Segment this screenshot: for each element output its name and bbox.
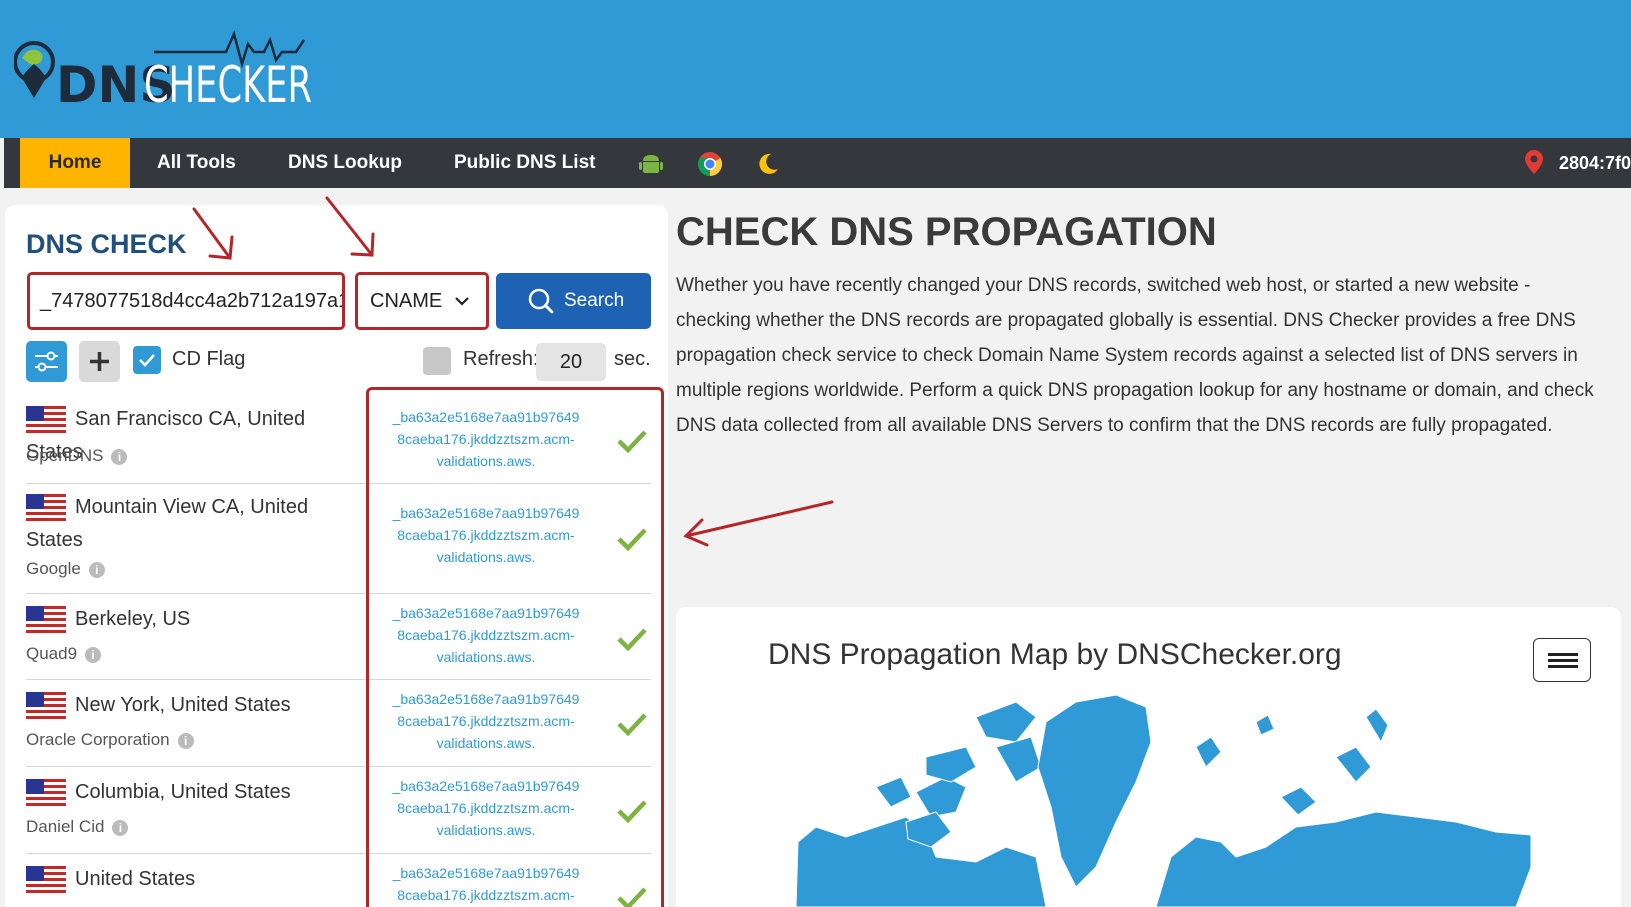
settings-button[interactable] [26, 341, 67, 382]
refresh-unit: sec. [614, 348, 651, 370]
result-provider: Oracle Corporation i [26, 730, 194, 750]
result-provider: Daniel Cid i [26, 817, 129, 837]
sliders-icon [35, 351, 58, 372]
nav-dns-lookup[interactable]: DNS Lookup [288, 138, 402, 188]
result-location: New York, United States [75, 694, 291, 716]
record-type-select[interactable]: CNAME [355, 272, 489, 330]
panel-title: DNS CHECK [26, 229, 187, 259]
chrome-icon[interactable] [697, 151, 723, 177]
moon-icon[interactable] [755, 151, 781, 177]
result-provider: Quad9 i [26, 644, 102, 664]
search-icon [528, 288, 554, 314]
add-button[interactable] [79, 341, 120, 382]
refresh-interval-input[interactable]: 20 [536, 343, 606, 381]
info-icon[interactable]: i [85, 646, 102, 663]
user-ip: 2804:7f0 [1524, 138, 1631, 188]
nav-public-dns-list[interactable]: Public DNS List [454, 138, 595, 188]
cd-flag-checkbox[interactable] [133, 346, 161, 374]
provider-name: Quad9 [26, 644, 78, 663]
record-type-value: CNAME [370, 290, 443, 312]
logo-secondary-text: CHECKER [144, 56, 312, 110]
main-nav: Home All Tools DNS Lookup Public DNS Lis… [4, 138, 1631, 188]
check-icon [139, 354, 155, 367]
info-icon[interactable]: i [111, 448, 128, 465]
result-location: Mountain View CA, United States [26, 496, 309, 551]
provider-name: OpenDNS [26, 446, 104, 465]
info-icon[interactable]: i [112, 819, 129, 836]
android-icon[interactable] [638, 151, 664, 177]
world-map[interactable] [676, 607, 1621, 907]
nav-home[interactable]: Home [20, 138, 130, 188]
location-pin-icon [1524, 150, 1543, 174]
provider-name: Daniel Cid [26, 817, 105, 836]
result-location: United States [75, 868, 196, 890]
refresh-checkbox[interactable] [423, 347, 451, 375]
provider-name: Oracle Corporation [26, 730, 170, 749]
cd-flag-label: CD Flag [172, 348, 246, 370]
page-title: CHECK DNS PROPAGATION [676, 210, 1217, 254]
user-ip-value: 2804:7f0 [1558, 153, 1631, 173]
hostname-input[interactable]: _7478077518d4cc4a2b712a197a1 [27, 272, 345, 330]
arrow-to-results [684, 500, 834, 538]
site-header: DNS CHECKER [0, 0, 1631, 138]
result-location: Columbia, United States [75, 781, 291, 803]
result-location: Berkeley, US [75, 608, 191, 630]
search-button-label: Search [564, 290, 625, 311]
chevron-down-icon [455, 297, 469, 306]
result-provider: OpenDNS i [26, 446, 128, 466]
nav-all-tools[interactable]: All Tools [157, 138, 236, 188]
page-description: Whether you have recently changed your D… [676, 275, 1594, 436]
dnschecker-logo[interactable]: DNS CHECKER [14, 30, 314, 110]
provider-name: Google [26, 559, 81, 578]
info-icon[interactable]: i [177, 732, 194, 749]
propagation-map-card: DNS Propagation Map by DNSChecker.org [676, 607, 1621, 907]
refresh-label: Refresh: [463, 348, 539, 370]
plus-icon [90, 352, 109, 371]
result-provider: Google i [26, 559, 105, 579]
results-highlight-box [366, 387, 664, 907]
search-button[interactable]: Search [496, 273, 651, 329]
info-icon[interactable]: i [88, 561, 105, 578]
